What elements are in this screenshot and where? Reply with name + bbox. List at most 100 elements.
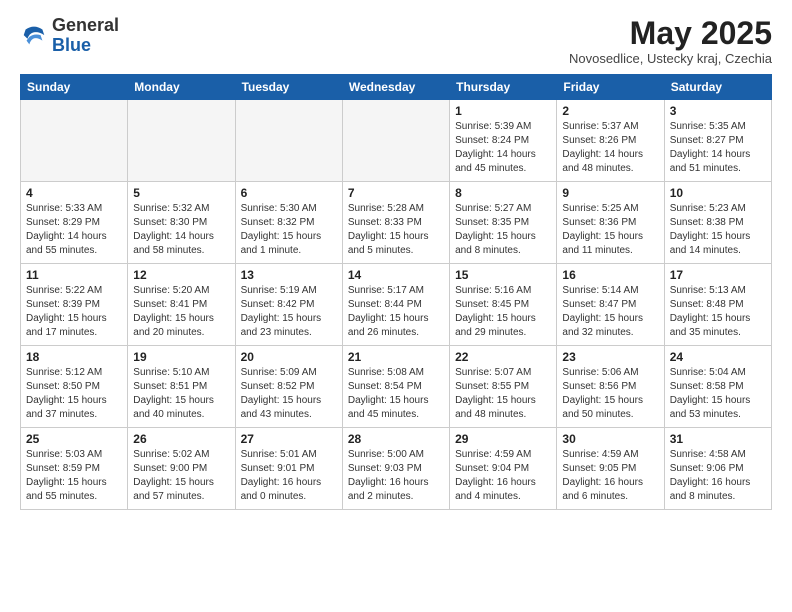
day-number: 4 (26, 186, 122, 200)
day-info: Sunrise: 5:37 AM Sunset: 8:26 PM Dayligh… (562, 120, 658, 176)
day-number: 17 (670, 268, 766, 282)
day-number: 24 (670, 350, 766, 364)
calendar-cell: 4 Sunrise: 5:33 AM Sunset: 8:29 PM Daylig… (21, 182, 128, 264)
calendar-cell: 18 Sunrise: 5:12 AM Sunset: 8:50 PM Dayli… (21, 346, 128, 428)
day-info: Sunrise: 5:27 AM Sunset: 8:35 PM Dayligh… (455, 202, 551, 258)
day-info: Sunrise: 5:35 AM Sunset: 8:27 PM Dayligh… (670, 120, 766, 176)
day-info: Sunrise: 5:13 AM Sunset: 8:48 PM Dayligh… (670, 284, 766, 340)
day-info: Sunrise: 5:08 AM Sunset: 8:54 PM Dayligh… (348, 366, 444, 422)
col-saturday: Saturday (664, 75, 771, 100)
day-number: 3 (670, 104, 766, 118)
calendar-cell: 2 Sunrise: 5:37 AM Sunset: 8:26 PM Daylig… (557, 100, 664, 182)
day-number: 25 (26, 432, 122, 446)
day-number: 19 (133, 350, 229, 364)
day-number: 16 (562, 268, 658, 282)
day-number: 26 (133, 432, 229, 446)
calendar-cell: 3 Sunrise: 5:35 AM Sunset: 8:27 PM Daylig… (664, 100, 771, 182)
day-number: 13 (241, 268, 337, 282)
calendar-cell: 29 Sunrise: 4:59 AM Sunset: 9:04 PM Dayli… (450, 428, 557, 510)
day-number: 28 (348, 432, 444, 446)
day-number: 9 (562, 186, 658, 200)
day-info: Sunrise: 5:39 AM Sunset: 8:24 PM Dayligh… (455, 120, 551, 176)
day-info: Sunrise: 4:59 AM Sunset: 9:04 PM Dayligh… (455, 448, 551, 504)
day-info: Sunrise: 5:10 AM Sunset: 8:51 PM Dayligh… (133, 366, 229, 422)
page-container: General Blue May 2025 Novosedlice, Ustec… (0, 0, 792, 520)
calendar-cell: 26 Sunrise: 5:02 AM Sunset: 9:00 PM Dayli… (128, 428, 235, 510)
day-number: 15 (455, 268, 551, 282)
day-number: 8 (455, 186, 551, 200)
day-info: Sunrise: 5:00 AM Sunset: 9:03 PM Dayligh… (348, 448, 444, 504)
day-info: Sunrise: 4:59 AM Sunset: 9:05 PM Dayligh… (562, 448, 658, 504)
calendar-week-3: 11 Sunrise: 5:22 AM Sunset: 8:39 PM Dayli… (21, 264, 772, 346)
calendar-cell: 10 Sunrise: 5:23 AM Sunset: 8:38 PM Dayli… (664, 182, 771, 264)
calendar-cell: 30 Sunrise: 4:59 AM Sunset: 9:05 PM Dayli… (557, 428, 664, 510)
day-number: 11 (26, 268, 122, 282)
calendar-cell: 24 Sunrise: 5:04 AM Sunset: 8:58 PM Dayli… (664, 346, 771, 428)
calendar-week-4: 18 Sunrise: 5:12 AM Sunset: 8:50 PM Dayli… (21, 346, 772, 428)
calendar-cell (21, 100, 128, 182)
col-friday: Friday (557, 75, 664, 100)
day-number: 20 (241, 350, 337, 364)
col-wednesday: Wednesday (342, 75, 449, 100)
calendar-cell: 6 Sunrise: 5:30 AM Sunset: 8:32 PM Daylig… (235, 182, 342, 264)
calendar-cell: 14 Sunrise: 5:17 AM Sunset: 8:44 PM Dayli… (342, 264, 449, 346)
calendar-cell: 20 Sunrise: 5:09 AM Sunset: 8:52 PM Dayli… (235, 346, 342, 428)
col-monday: Monday (128, 75, 235, 100)
calendar-cell (342, 100, 449, 182)
col-tuesday: Tuesday (235, 75, 342, 100)
day-info: Sunrise: 5:17 AM Sunset: 8:44 PM Dayligh… (348, 284, 444, 340)
logo: General Blue (20, 16, 119, 56)
day-info: Sunrise: 5:33 AM Sunset: 8:29 PM Dayligh… (26, 202, 122, 258)
calendar-cell: 12 Sunrise: 5:20 AM Sunset: 8:41 PM Dayli… (128, 264, 235, 346)
title-block: May 2025 Novosedlice, Ustecky kraj, Czec… (569, 16, 772, 66)
calendar-cell: 1Sunrise: 5:39 AM Sunset: 8:24 PM Daylig… (450, 100, 557, 182)
day-info: Sunrise: 5:23 AM Sunset: 8:38 PM Dayligh… (670, 202, 766, 258)
day-number: 29 (455, 432, 551, 446)
day-number: 31 (670, 432, 766, 446)
logo-general-text: General (52, 16, 119, 36)
calendar-cell: 27 Sunrise: 5:01 AM Sunset: 9:01 PM Dayli… (235, 428, 342, 510)
calendar-week-1: 1Sunrise: 5:39 AM Sunset: 8:24 PM Daylig… (21, 100, 772, 182)
calendar-cell (235, 100, 342, 182)
day-info: Sunrise: 5:19 AM Sunset: 8:42 PM Dayligh… (241, 284, 337, 340)
day-number: 12 (133, 268, 229, 282)
calendar-cell: 21Sunrise: 5:08 AM Sunset: 8:54 PM Dayli… (342, 346, 449, 428)
location-subtitle: Novosedlice, Ustecky kraj, Czechia (569, 51, 772, 66)
calendar-cell: 22Sunrise: 5:07 AM Sunset: 8:55 PM Dayli… (450, 346, 557, 428)
calendar-cell: 23Sunrise: 5:06 AM Sunset: 8:56 PM Dayli… (557, 346, 664, 428)
day-info: Sunrise: 5:30 AM Sunset: 8:32 PM Dayligh… (241, 202, 337, 258)
day-info: Sunrise: 5:20 AM Sunset: 8:41 PM Dayligh… (133, 284, 229, 340)
calendar-week-2: 4 Sunrise: 5:33 AM Sunset: 8:29 PM Daylig… (21, 182, 772, 264)
day-info: Sunrise: 5:02 AM Sunset: 9:00 PM Dayligh… (133, 448, 229, 504)
calendar-header-row: Sunday Monday Tuesday Wednesday Thursday… (21, 75, 772, 100)
calendar-cell: 15Sunrise: 5:16 AM Sunset: 8:45 PM Dayli… (450, 264, 557, 346)
day-info: Sunrise: 5:09 AM Sunset: 8:52 PM Dayligh… (241, 366, 337, 422)
calendar-cell: 9Sunrise: 5:25 AM Sunset: 8:36 PM Daylig… (557, 182, 664, 264)
day-number: 6 (241, 186, 337, 200)
calendar-cell: 11 Sunrise: 5:22 AM Sunset: 8:39 PM Dayli… (21, 264, 128, 346)
day-number: 18 (26, 350, 122, 364)
day-info: Sunrise: 5:01 AM Sunset: 9:01 PM Dayligh… (241, 448, 337, 504)
col-thursday: Thursday (450, 75, 557, 100)
day-info: Sunrise: 5:22 AM Sunset: 8:39 PM Dayligh… (26, 284, 122, 340)
calendar-cell: 5Sunrise: 5:32 AM Sunset: 8:30 PM Daylig… (128, 182, 235, 264)
calendar-cell: 7 Sunrise: 5:28 AM Sunset: 8:33 PM Daylig… (342, 182, 449, 264)
calendar-cell (128, 100, 235, 182)
month-title: May 2025 (569, 16, 772, 51)
day-number: 2 (562, 104, 658, 118)
day-info: Sunrise: 4:58 AM Sunset: 9:06 PM Dayligh… (670, 448, 766, 504)
day-number: 7 (348, 186, 444, 200)
day-info: Sunrise: 5:04 AM Sunset: 8:58 PM Dayligh… (670, 366, 766, 422)
day-number: 14 (348, 268, 444, 282)
day-number: 10 (670, 186, 766, 200)
day-info: Sunrise: 5:14 AM Sunset: 8:47 PM Dayligh… (562, 284, 658, 340)
day-info: Sunrise: 5:07 AM Sunset: 8:55 PM Dayligh… (455, 366, 551, 422)
day-number: 30 (562, 432, 658, 446)
day-info: Sunrise: 5:28 AM Sunset: 8:33 PM Dayligh… (348, 202, 444, 258)
calendar-table: Sunday Monday Tuesday Wednesday Thursday… (20, 74, 772, 510)
logo-text: General Blue (52, 16, 119, 56)
day-info: Sunrise: 5:12 AM Sunset: 8:50 PM Dayligh… (26, 366, 122, 422)
calendar-cell: 13 Sunrise: 5:19 AM Sunset: 8:42 PM Dayli… (235, 264, 342, 346)
day-number: 27 (241, 432, 337, 446)
logo-blue-text: Blue (52, 36, 119, 56)
